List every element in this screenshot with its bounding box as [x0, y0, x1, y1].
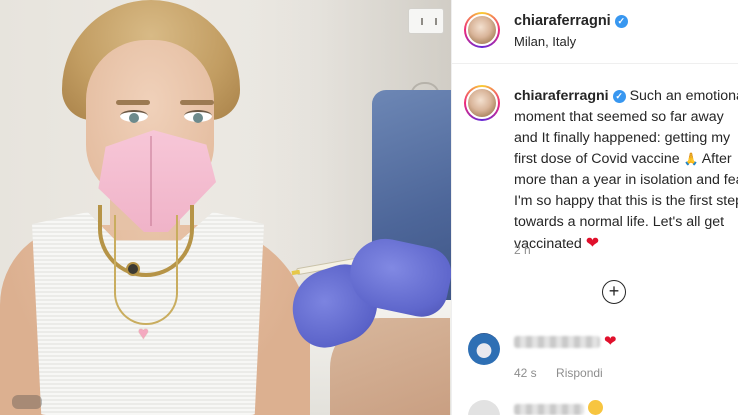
star-struck-emoji: [588, 400, 603, 415]
left-eye: [120, 110, 148, 123]
wall-socket: [408, 8, 444, 34]
right-eyebrow: [180, 100, 214, 105]
red-heart-emoji: ❤: [585, 235, 600, 252]
caption-username[interactable]: chiaraferragni: [514, 88, 609, 104]
header-username[interactable]: chiaraferragni ✓: [514, 13, 628, 29]
commenter-avatar[interactable]: [468, 333, 500, 365]
arm-tattoo: [12, 395, 42, 409]
post-location[interactable]: Milan, Italy: [514, 34, 576, 49]
post-time[interactable]: 2 h: [514, 243, 531, 257]
round-pendant: [126, 262, 140, 276]
verified-badge-icon: ✓: [612, 90, 626, 103]
post-caption: chiaraferragni ✓ Such an emotional moment…: [514, 86, 738, 255]
caption-avatar[interactable]: [464, 85, 500, 121]
comment-heart-emoji: ❤: [604, 333, 617, 350]
comment-meta: 42 s Rispondi: [514, 366, 619, 380]
left-eyebrow: [116, 100, 150, 105]
blurred-commenter-name-2: [514, 404, 584, 415]
post-header: chiaraferragni ✓ Milan, Italy: [452, 0, 738, 64]
blurred-commenter-name: [514, 336, 600, 348]
header-avatar[interactable]: [464, 12, 500, 48]
heart-pendant: ♥: [138, 323, 149, 343]
username-text[interactable]: chiaraferragni: [514, 13, 611, 29]
comment-time: 42 s: [514, 366, 537, 380]
reply-button[interactable]: Rispondi: [556, 366, 603, 380]
folded-hands-emoji: 🙏: [683, 152, 699, 166]
post-photo[interactable]: ♥: [0, 0, 451, 415]
add-circle-icon[interactable]: +: [602, 280, 626, 304]
verified-badge-icon: ✓: [614, 15, 628, 28]
right-eye: [184, 110, 212, 123]
post-side-panel: chiaraferragni ✓ Milan, Italy chiaraferra…: [451, 0, 738, 415]
commenter-avatar-2[interactable]: [468, 400, 500, 415]
thin-chain-necklace: [114, 215, 178, 325]
